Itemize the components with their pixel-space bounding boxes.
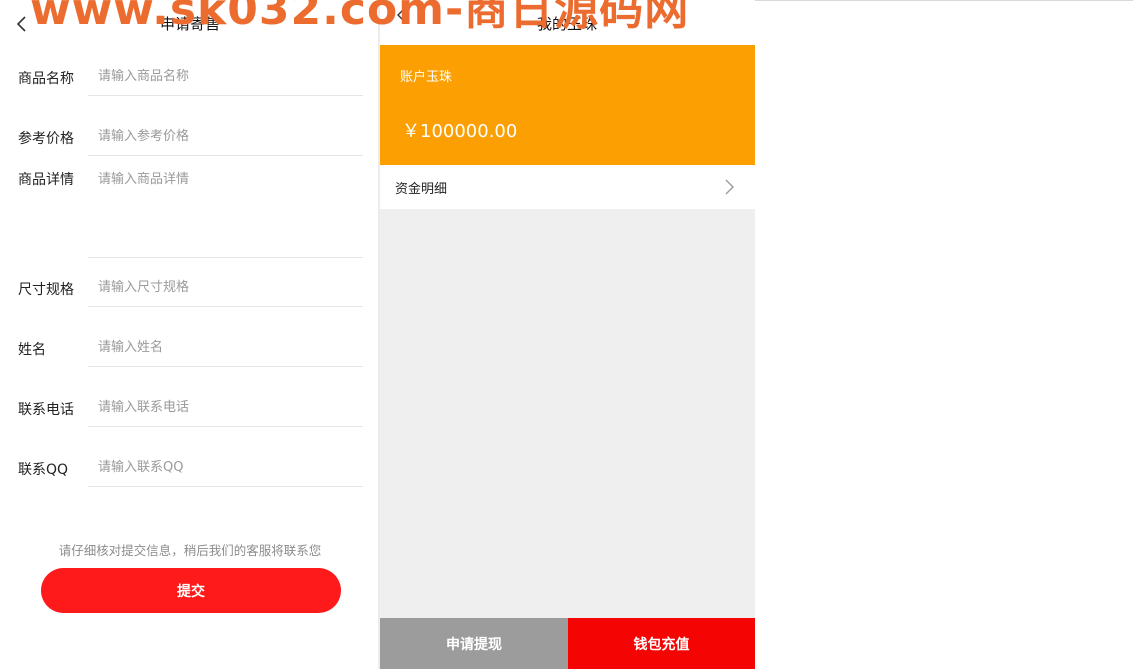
- withdraw-button[interactable]: 申请提现: [380, 618, 568, 669]
- reference-price-input[interactable]: [88, 118, 363, 156]
- balance-label: 账户玉珠: [400, 70, 453, 85]
- qq-input[interactable]: [88, 449, 363, 487]
- product-details-textarea[interactable]: [88, 164, 363, 258]
- size-spec-input[interactable]: [88, 269, 363, 307]
- wallet-panel: 我的玉珠 账户玉珠 ￥100000.00 资金明细 申请提现 钱包充值: [380, 0, 755, 669]
- submit-button[interactable]: 提交: [41, 568, 341, 613]
- chevron-left-icon[interactable]: [12, 14, 32, 34]
- watermark: www.sk032.com-商日源码网: [30, 0, 690, 35]
- fund-details-label: 资金明细: [395, 182, 448, 197]
- form-row-qq: 联系QQ: [0, 449, 378, 487]
- form-row-size-spec: 尺寸规格: [0, 269, 378, 307]
- balance-amount: ￥100000.00: [402, 121, 518, 142]
- phone-input[interactable]: [88, 389, 363, 427]
- fund-details-row[interactable]: 资金明细: [380, 165, 755, 209]
- size-spec-label: 尺寸规格: [18, 282, 74, 298]
- bottom-action-bar: 申请提现 钱包充值: [380, 618, 755, 669]
- phone-label: 联系电话: [18, 402, 74, 418]
- product-name-label: 商品名称: [18, 71, 74, 87]
- product-details-label: 商品详情: [18, 172, 74, 188]
- consignment-form-panel: 申请寄售 商品名称 参考价格 商品详情 尺寸规格 姓名 联系电话 联系QQ 请仔…: [0, 0, 378, 669]
- form-row-phone: 联系电话: [0, 389, 378, 427]
- balance-card: 账户玉珠 ￥100000.00: [380, 45, 755, 165]
- reference-price-label: 参考价格: [18, 131, 74, 147]
- name-label: 姓名: [18, 342, 46, 358]
- form-row-product-name: 商品名称: [0, 58, 378, 96]
- form-row-product-details: 商品详情: [0, 164, 378, 258]
- recharge-button[interactable]: 钱包充值: [568, 618, 755, 669]
- name-input[interactable]: [88, 329, 363, 367]
- form-row-reference-price: 参考价格: [0, 118, 378, 156]
- qq-label: 联系QQ: [18, 462, 69, 478]
- chevron-right-icon: [725, 179, 734, 195]
- form-row-name: 姓名: [0, 329, 378, 367]
- product-name-input[interactable]: [88, 58, 363, 96]
- notice-text: 请仔细核对提交信息，稍后我们的客服将联系您: [58, 543, 322, 558]
